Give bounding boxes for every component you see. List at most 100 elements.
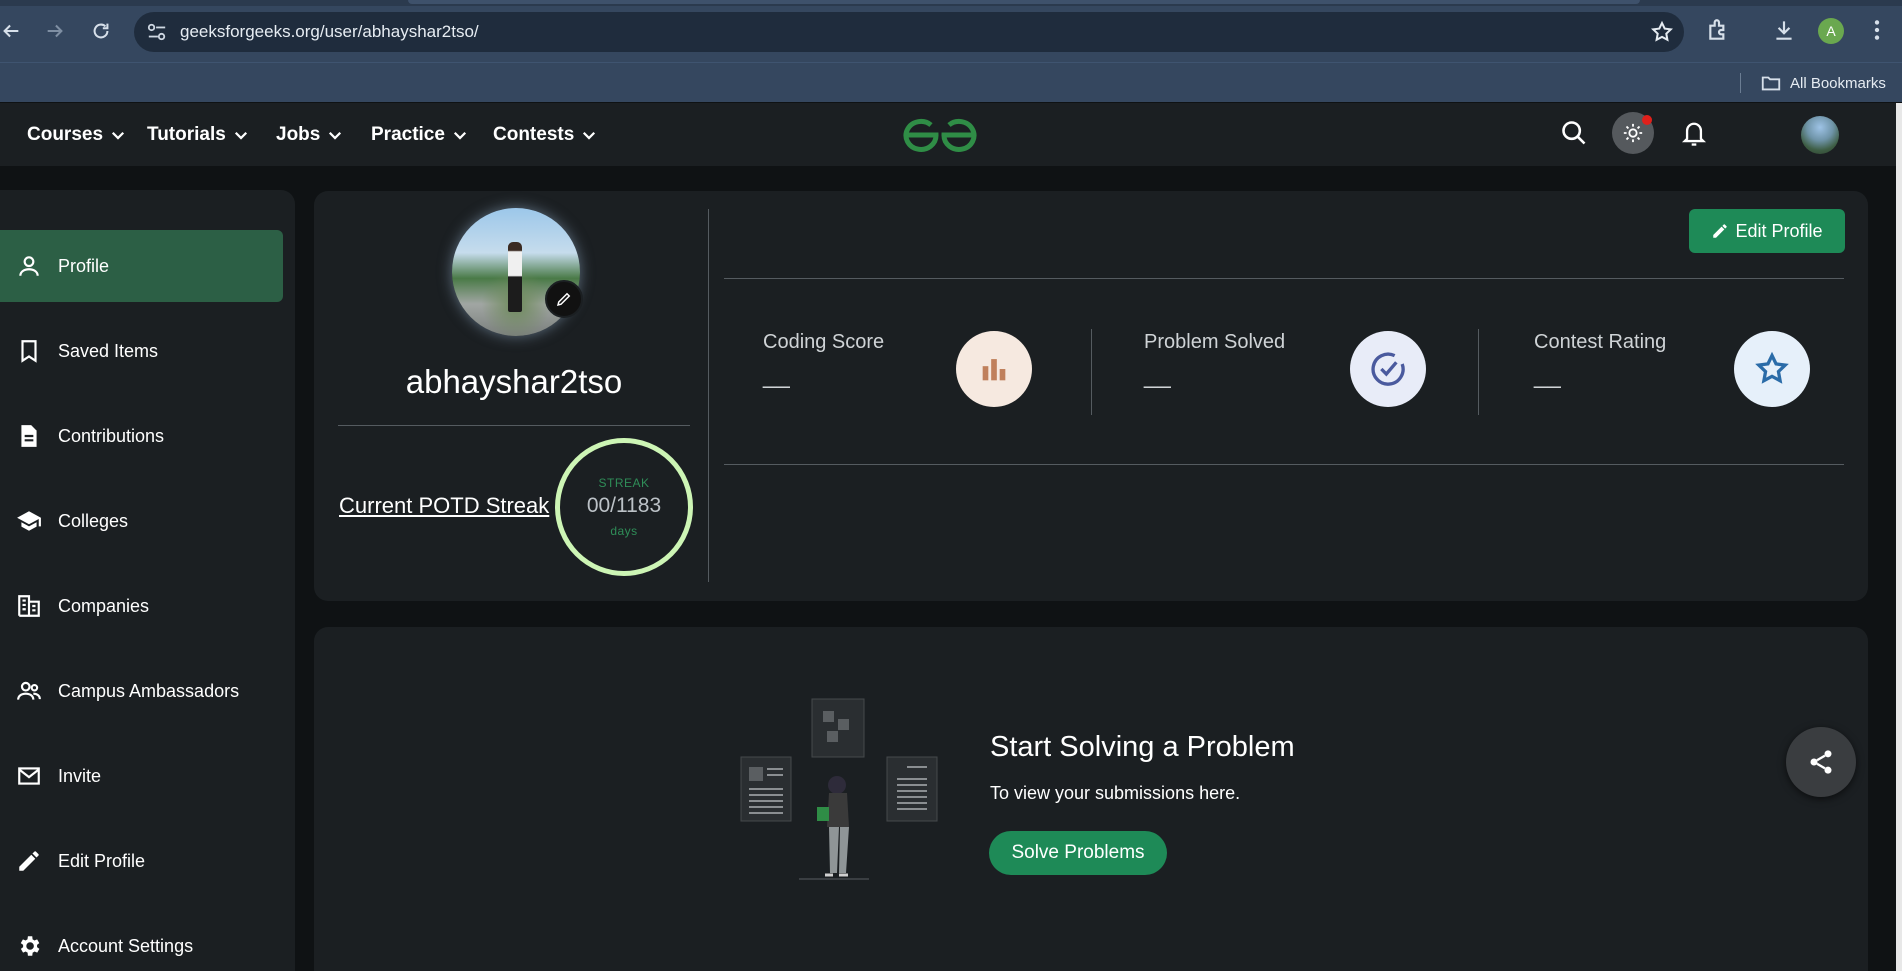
chevron-down-icon: [329, 131, 342, 140]
stat-label: Coding Score: [763, 331, 885, 353]
all-bookmarks-link[interactable]: All Bookmarks: [1790, 75, 1886, 92]
edit-profile-button[interactable]: Edit Profile: [1689, 209, 1845, 253]
sidebar-item-colleges[interactable]: Colleges: [0, 485, 283, 557]
stat-divider: [1478, 329, 1479, 415]
menu-label: Tutorials: [147, 124, 226, 145]
stat-divider: [1091, 329, 1092, 415]
download-icon[interactable]: [1771, 17, 1797, 43]
stat-label: Contest Rating: [1534, 331, 1667, 353]
active-tab[interactable]: [408, 0, 1640, 4]
stat-value: __: [763, 362, 790, 389]
stat-label: Problem Solved: [1144, 331, 1286, 353]
bell-icon[interactable]: [1680, 118, 1708, 148]
divider: [338, 425, 690, 426]
folder-icon[interactable]: [1760, 72, 1782, 94]
bookmark-star-icon[interactable]: [1650, 20, 1674, 44]
solve-problems-button[interactable]: Solve Problems: [989, 831, 1167, 875]
empty-state-illustration: [740, 698, 938, 880]
edit-profile-label: Edit Profile: [1735, 220, 1823, 241]
people-icon: [17, 681, 41, 700]
star-icon: [1734, 331, 1810, 407]
sidebar-item-companies[interactable]: Companies: [0, 570, 283, 642]
sidebar-item-label: Companies: [58, 595, 150, 616]
sidebar-item-label: Edit Profile: [58, 850, 146, 871]
divider: [724, 278, 1844, 279]
menu-contests[interactable]: Contests: [493, 124, 598, 146]
pencil-icon: [1713, 224, 1728, 238]
page-scrollbar[interactable]: [1896, 103, 1902, 971]
kebab-menu-icon[interactable]: [1864, 17, 1890, 43]
url-text[interactable]: geeksforgeeks.org/user/abhayshar2tso/: [180, 22, 479, 42]
stat-contest-rating: Contest Rating __: [1534, 331, 1666, 390]
share-button[interactable]: [1786, 727, 1856, 797]
chevron-down-icon: [453, 131, 466, 140]
reload-icon[interactable]: [86, 16, 116, 46]
streak-value: 00/1183: [586, 494, 662, 517]
search-icon[interactable]: [1560, 119, 1588, 147]
streak-unit: days: [610, 524, 638, 538]
back-arrow-icon[interactable]: [0, 16, 26, 46]
stat-coding-score: Coding Score __: [763, 331, 884, 390]
profile-photo-person: [508, 242, 522, 312]
chevron-down-icon: [583, 131, 596, 140]
sidebar-item-edit-profile[interactable]: Edit Profile: [0, 825, 283, 897]
empty-state-subtitle: To view your submissions here.: [990, 783, 1241, 803]
bookmarks-separator: [1740, 73, 1741, 93]
menu-jobs[interactable]: Jobs: [276, 124, 344, 146]
menu-courses[interactable]: Courses: [27, 124, 127, 146]
check-circle-icon: [1350, 331, 1426, 407]
sidebar-item-profile[interactable]: Profile: [0, 230, 283, 302]
theme-toggle-button[interactable]: [1612, 112, 1654, 154]
sidebar-item-saved-items[interactable]: Saved Items: [0, 315, 283, 387]
share-icon: [1810, 750, 1832, 774]
menu-label: Jobs: [276, 124, 321, 145]
sidebar-item-label: Invite: [58, 765, 102, 786]
sidebar-item-invite[interactable]: Invite: [0, 740, 283, 812]
stat-value: __: [1144, 362, 1171, 389]
menu-practice[interactable]: Practice: [371, 124, 469, 146]
notification-dot: [1642, 115, 1652, 125]
submissions-card: Start Solving a Problem To view your sub…: [314, 627, 1868, 971]
browser-toolbar: geeksforgeeks.org/user/abhayshar2tso/ A: [0, 0, 1902, 62]
menu-label: Contests: [493, 124, 575, 145]
sidebar-item-label: Colleges: [58, 510, 129, 531]
edit-photo-button[interactable]: [545, 280, 583, 318]
gfg-logo[interactable]: [900, 117, 980, 153]
potd-streak-link[interactable]: Current POTD Streak: [339, 493, 549, 519]
extensions-icon[interactable]: [1706, 17, 1732, 43]
stat-problem-solved: Problem Solved __: [1144, 331, 1285, 390]
sidebar-item-contributions[interactable]: Contributions: [0, 400, 283, 472]
empty-state-title: Start Solving a Problem: [990, 731, 1295, 763]
bookmarks-bar: All Bookmarks: [0, 62, 1902, 102]
sidebar-item-label: Account Settings: [58, 935, 194, 956]
sun-icon: [1623, 123, 1643, 143]
building-icon: [18, 595, 40, 617]
streak-ring: STREAK 00/1183 days: [555, 438, 693, 576]
forward-arrow-icon[interactable]: [40, 16, 70, 46]
stat-value: __: [1534, 362, 1561, 389]
streak-label: STREAK: [598, 476, 650, 490]
sidebar-item-label: Contributions: [58, 425, 165, 446]
tab-strip: [0, 0, 1902, 6]
username: abhayshar2tso: [405, 363, 623, 400]
menu-label: Courses: [27, 124, 104, 145]
person-icon: [19, 256, 39, 276]
site-settings-icon[interactable]: [146, 22, 168, 42]
sidebar-item-campus-ambassadors[interactable]: Campus Ambassadors: [0, 655, 283, 727]
document-icon: [21, 425, 37, 447]
pencil-icon: [19, 851, 39, 871]
menu-tutorials[interactable]: Tutorials: [147, 124, 250, 146]
browser-profile-avatar[interactable]: A: [1818, 18, 1844, 44]
bookmark-icon: [21, 340, 37, 363]
pencil-icon: [556, 292, 571, 307]
mail-icon: [18, 767, 40, 785]
graduation-cap-icon: [17, 511, 41, 531]
vertical-divider: [708, 209, 709, 582]
bar-chart-icon: [956, 331, 1032, 407]
profile-card: abhayshar2tso Current POTD Streak STREAK…: [314, 191, 1868, 601]
chevron-down-icon: [111, 131, 125, 140]
sidebar-item-label: Profile: [58, 255, 110, 276]
user-avatar[interactable]: [1801, 116, 1839, 154]
sidebar-item-account-settings[interactable]: Account Settings: [0, 910, 283, 971]
address-bar[interactable]: geeksforgeeks.org/user/abhayshar2tso/: [134, 12, 1684, 52]
